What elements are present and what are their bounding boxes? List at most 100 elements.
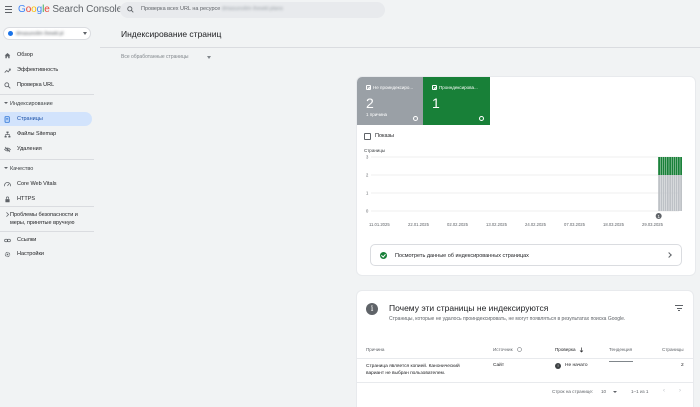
chart-bar [671, 157, 674, 175]
info-icon: i [366, 303, 378, 315]
sidebar-item-sitemaps[interactable]: Файлы Sitemap [0, 127, 92, 141]
sidebar-section-quality[interactable]: Качество [0, 163, 92, 175]
links-icon [4, 238, 11, 243]
home-icon [4, 53, 11, 59]
view-indexed-pages-link[interactable]: Посмотреть данные об индексированных стр… [370, 244, 682, 266]
menu-icon[interactable] [5, 6, 12, 13]
app-logo[interactable]: Google Search Console [18, 4, 122, 15]
chart-x-tick-label: 24.02.2025 [525, 222, 547, 227]
help-icon[interactable] [479, 116, 484, 121]
next-page-button[interactable]: › [679, 388, 684, 394]
chevron-right-icon [666, 252, 672, 258]
chart-bar [673, 157, 676, 175]
filter-icon[interactable] [675, 305, 683, 311]
chevron-down-icon [613, 391, 617, 393]
help-icon[interactable] [413, 116, 418, 121]
sidebar-section-indexing[interactable]: Индексирование [0, 98, 92, 110]
trending-up-icon [4, 68, 11, 73]
property-name: dmasunolim ihewkl.pl [16, 31, 64, 37]
not-indexed-tile[interactable]: Не проиндексиро... 2 1 причина [357, 77, 423, 125]
chart-bar [677, 157, 680, 175]
sidebar-item-performance[interactable]: Эффективность [0, 63, 92, 77]
chart-bar [677, 175, 680, 211]
pages-chart-svg: Страницы 0 1 2 3 11.01.2025 22.01.2025 02.02.20… [364, 148, 682, 227]
checkbox-icon [432, 85, 437, 90]
gear-icon [4, 251, 11, 258]
chart-bar [675, 175, 678, 211]
sidebar-item-settings[interactable]: Настройки [0, 247, 92, 261]
chart-bar [680, 157, 682, 175]
chart-y-tick-label: 1 [366, 191, 369, 196]
property-selector[interactable]: dmasunolim ihewkl.pl [3, 27, 91, 40]
chart-bar [666, 175, 669, 211]
sidebar-item-url-inspection[interactable]: Проверка URL [0, 78, 92, 92]
column-header-check[interactable]: Проверка [555, 347, 576, 352]
column-header-reason[interactable]: Причина [366, 347, 384, 352]
pages-filter-dropdown[interactable]: Все обработанные страницы [121, 54, 216, 64]
chevron-down-icon [4, 102, 8, 104]
pages-chart: Страницы 0 1 2 3 11.01.2025 22.01.2025 02.02.20… [357, 147, 695, 247]
chart-bar [666, 157, 669, 175]
url-inspection-search[interactable]: Проверка всех URL на ресурсе dmasunolim … [120, 2, 385, 18]
sidebar-item-pages[interactable]: Страницы [0, 112, 92, 126]
not-indexed-count: 2 [366, 95, 374, 111]
arrow-down-icon[interactable] [579, 347, 584, 353]
rows-per-page-label: Строк на странице: [552, 389, 594, 394]
sidebar-item-core-web-vitals[interactable]: Core Web Vitals [0, 177, 92, 191]
chart-bar [669, 175, 671, 211]
help-icon[interactable] [517, 347, 522, 352]
indexed-count: 1 [432, 95, 440, 111]
sidebar-divider [0, 94, 94, 95]
chart-bar [664, 175, 667, 211]
top-bar: Google Search Console Проверка всех URL … [0, 0, 700, 20]
chart-x-tick-label: 18.03.2025 [603, 222, 625, 227]
chart-bar [669, 157, 671, 175]
property-icon [8, 31, 13, 36]
not-indexed-reasons-card: i Почему эти страницы не индексируются С… [356, 290, 694, 407]
chart-bar [660, 157, 663, 175]
chart-x-tick-label: 07.03.2025 [564, 222, 586, 227]
prev-page-button[interactable]: ‹ [663, 388, 668, 394]
status-not-started-icon: ! [555, 363, 561, 369]
search-icon [127, 6, 134, 13]
source-cell: Сайт [493, 363, 505, 368]
search-placeholder: Проверка всех URL на ресурсе dmasunolim … [141, 6, 284, 12]
lock-icon [5, 196, 10, 203]
chart-y-axis-label: Страницы [364, 148, 385, 153]
chart-bar [658, 157, 660, 175]
column-header-trend[interactable]: Тенденция [609, 347, 632, 352]
eye-off-icon [4, 146, 11, 153]
column-header-source[interactable]: Источник [493, 347, 513, 352]
chart-bar [675, 157, 678, 175]
speed-icon [4, 182, 11, 187]
page-title: Индексирование страниц [121, 29, 222, 39]
rows-per-page-select[interactable]: 10 [601, 389, 606, 394]
page-range: 1–1 из 1 [631, 389, 649, 394]
chart-bar [658, 175, 660, 211]
sidebar-item-overview[interactable]: Обзор [0, 48, 92, 62]
chart-x-tick-label: 22.01.2025 [408, 222, 430, 227]
sidebar-divider [0, 231, 94, 232]
indexed-tile[interactable]: Проиндексирова... 1 [423, 77, 490, 125]
chart-x-tick-label: 13.02.2025 [486, 222, 508, 227]
shows-toggle[interactable]: Показы [364, 133, 424, 141]
chart-bar [664, 157, 667, 175]
chart-y-tick-label: 2 [366, 173, 369, 178]
chevron-down-icon [83, 32, 87, 35]
search-icon [4, 82, 11, 89]
checkbox-icon[interactable] [364, 133, 371, 140]
sidebar-item-https[interactable]: HTTPS [0, 192, 92, 206]
header-divider [100, 47, 700, 48]
pages-icon [4, 116, 10, 123]
check-circle-icon [380, 252, 387, 259]
sidebar-item-links[interactable]: Ссылки [0, 233, 92, 247]
sidebar-item-removals[interactable]: Удаления [0, 142, 92, 156]
indexing-summary-card: Не проиндексиро... 2 1 причина Проиндекс… [356, 76, 696, 276]
pages-count-cell: 2 [681, 363, 684, 368]
chevron-down-icon [207, 56, 211, 59]
chart-bar [673, 175, 676, 211]
chart-x-tick-label: 29.03.2025 [642, 222, 664, 227]
chevron-down-icon [4, 167, 8, 169]
sidebar-item-security[interactable]: Проблемы безопасности и меры, принятые в… [0, 209, 92, 229]
column-header-pages[interactable]: Страницы [662, 347, 684, 352]
